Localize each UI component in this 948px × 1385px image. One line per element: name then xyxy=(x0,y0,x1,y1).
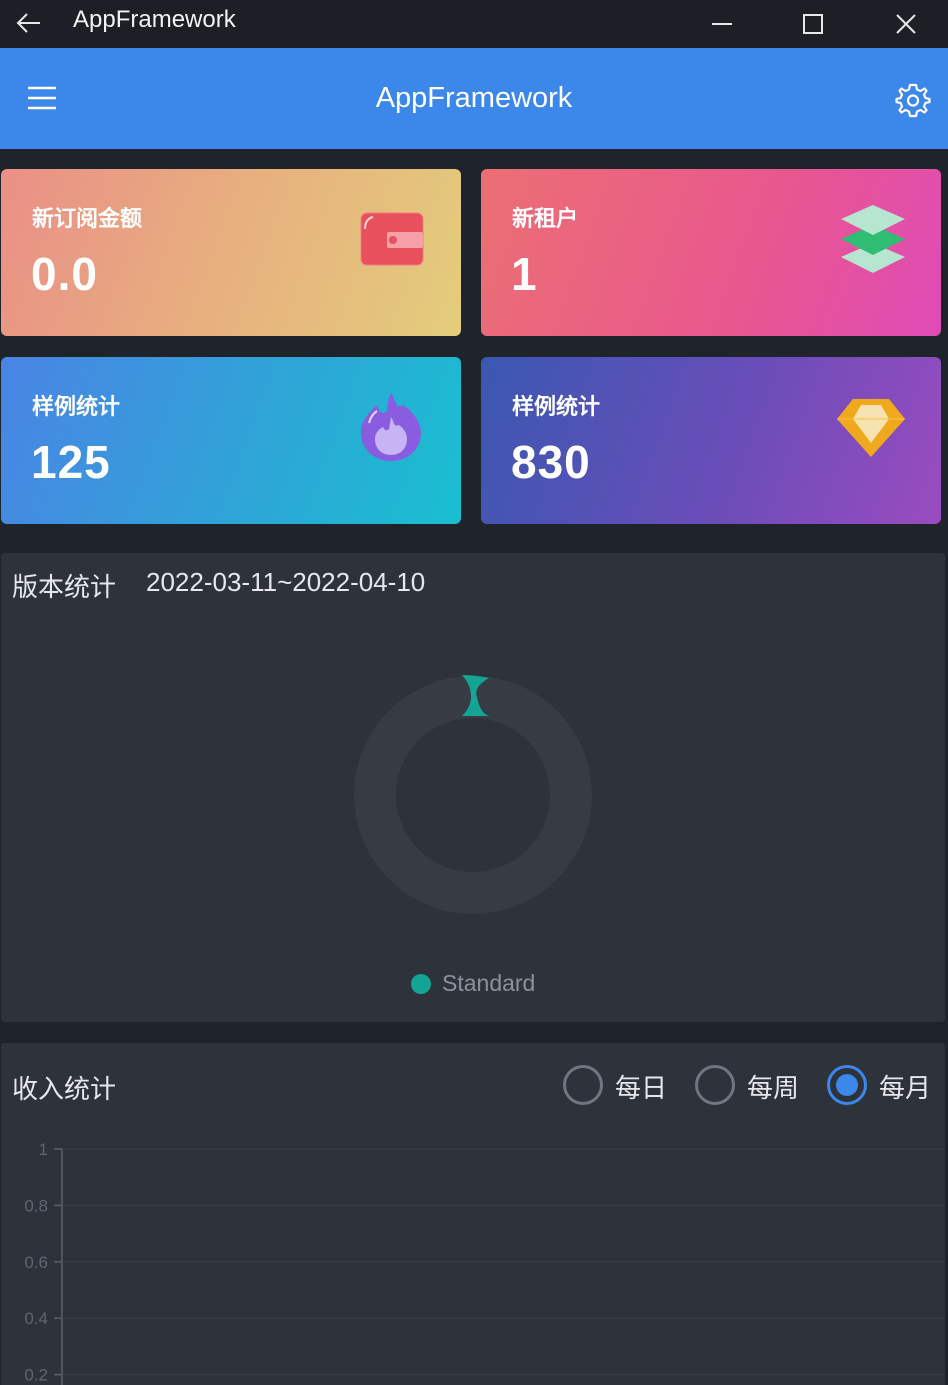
diamond-icon xyxy=(837,399,905,457)
income-stats-panel: 收入统计 每日 每周 每月 1 0.8 0.6 0.4 0.2 xyxy=(1,1043,945,1385)
panel-title: 收入统计 xyxy=(12,1075,117,1105)
card-label: 新订阅金额 xyxy=(32,207,143,232)
card-label: 新租户 xyxy=(512,207,579,232)
stat-card-sample-1[interactable]: 样例统计 125 xyxy=(1,357,461,524)
panel-title: 版本统计 xyxy=(12,573,117,603)
radio-label: 每日 xyxy=(615,1074,668,1104)
window-title: AppFramework xyxy=(73,6,236,33)
donut-ring xyxy=(354,676,592,914)
radio-circle[interactable] xyxy=(563,1065,603,1105)
donut-chart xyxy=(354,675,592,914)
income-line-chart: 1 0.8 0.6 0.4 0.2 xyxy=(24,1143,945,1385)
stat-card-new-tenant[interactable]: 新租户 1 xyxy=(481,169,941,336)
minimize-button[interactable] xyxy=(704,6,740,42)
card-value: 125 xyxy=(31,436,111,488)
card-label: 样例统计 xyxy=(512,395,601,420)
card-value: 830 xyxy=(511,436,591,488)
layers-icon xyxy=(841,205,905,273)
flame-icon xyxy=(361,393,421,461)
y-tick-label: 0.4 xyxy=(24,1309,48,1328)
back-arrow-icon[interactable] xyxy=(14,8,44,38)
maximize-button[interactable] xyxy=(795,6,831,42)
wallet-icon xyxy=(360,212,424,266)
radio-circle[interactable] xyxy=(827,1065,867,1105)
date-range: 2022-03-11~2022-04-10 xyxy=(146,567,426,597)
stat-card-new-subscription[interactable]: 新订阅金额 0.0 xyxy=(1,169,461,336)
edition-stats-panel: 版本统计 2022-03-11~2022-04-10 Standard xyxy=(1,553,945,1022)
legend-swatch xyxy=(411,974,431,994)
card-value: 1 xyxy=(511,248,538,300)
legend-label: Standard xyxy=(442,970,536,996)
radio-label: 每月 xyxy=(879,1074,932,1104)
y-tick-label: 1 xyxy=(39,1143,48,1159)
settings-gear-icon[interactable] xyxy=(894,81,932,119)
card-value: 0.0 xyxy=(31,248,98,300)
close-button[interactable] xyxy=(888,6,924,42)
app-bar: AppFramework xyxy=(0,48,948,149)
y-tick-label: 0.6 xyxy=(24,1253,48,1272)
card-label: 样例统计 xyxy=(32,395,121,420)
app-title: AppFramework xyxy=(375,82,573,114)
stat-card-sample-2[interactable]: 样例统计 830 xyxy=(481,357,941,524)
radio-circle[interactable] xyxy=(695,1065,735,1105)
radio-label: 每周 xyxy=(747,1074,800,1104)
y-tick-label: 0.8 xyxy=(24,1196,48,1215)
window-titlebar: AppFramework xyxy=(0,0,948,48)
y-tick-label: 0.2 xyxy=(24,1366,48,1385)
